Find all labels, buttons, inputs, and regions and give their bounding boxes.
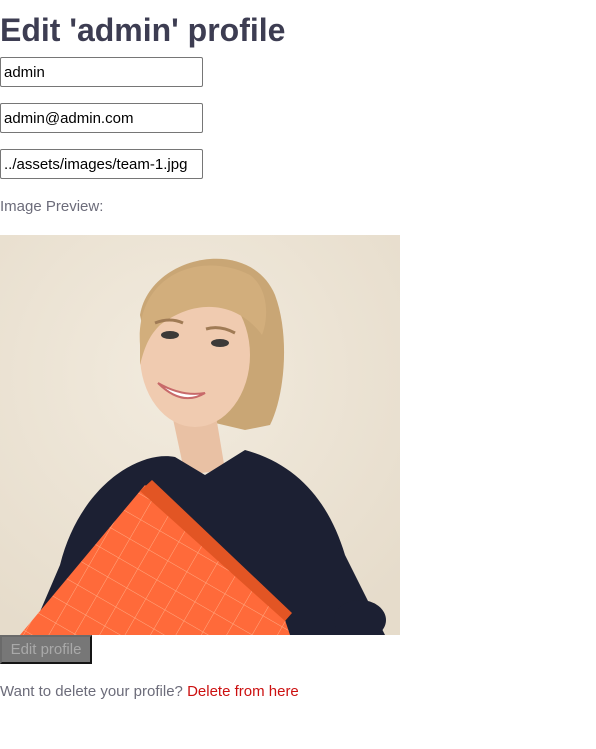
edit-profile-button[interactable]: Edit profile xyxy=(0,635,92,664)
delete-profile-link[interactable]: Delete from here xyxy=(187,683,299,700)
edit-profile-page: Edit 'admin' profile Image Preview: xyxy=(0,0,596,749)
profile-photo xyxy=(0,235,400,635)
username-input[interactable] xyxy=(0,57,203,87)
image-preview-label: Image Preview: xyxy=(0,198,104,215)
delete-prompt-text: Want to delete your profile? xyxy=(0,683,183,700)
image-path-input[interactable] xyxy=(0,149,203,179)
email-input[interactable] xyxy=(0,103,203,133)
image-preview xyxy=(0,235,400,635)
delete-profile-prompt: Want to delete your profile? Delete from… xyxy=(0,683,299,700)
page-title: Edit 'admin' profile xyxy=(0,12,286,48)
